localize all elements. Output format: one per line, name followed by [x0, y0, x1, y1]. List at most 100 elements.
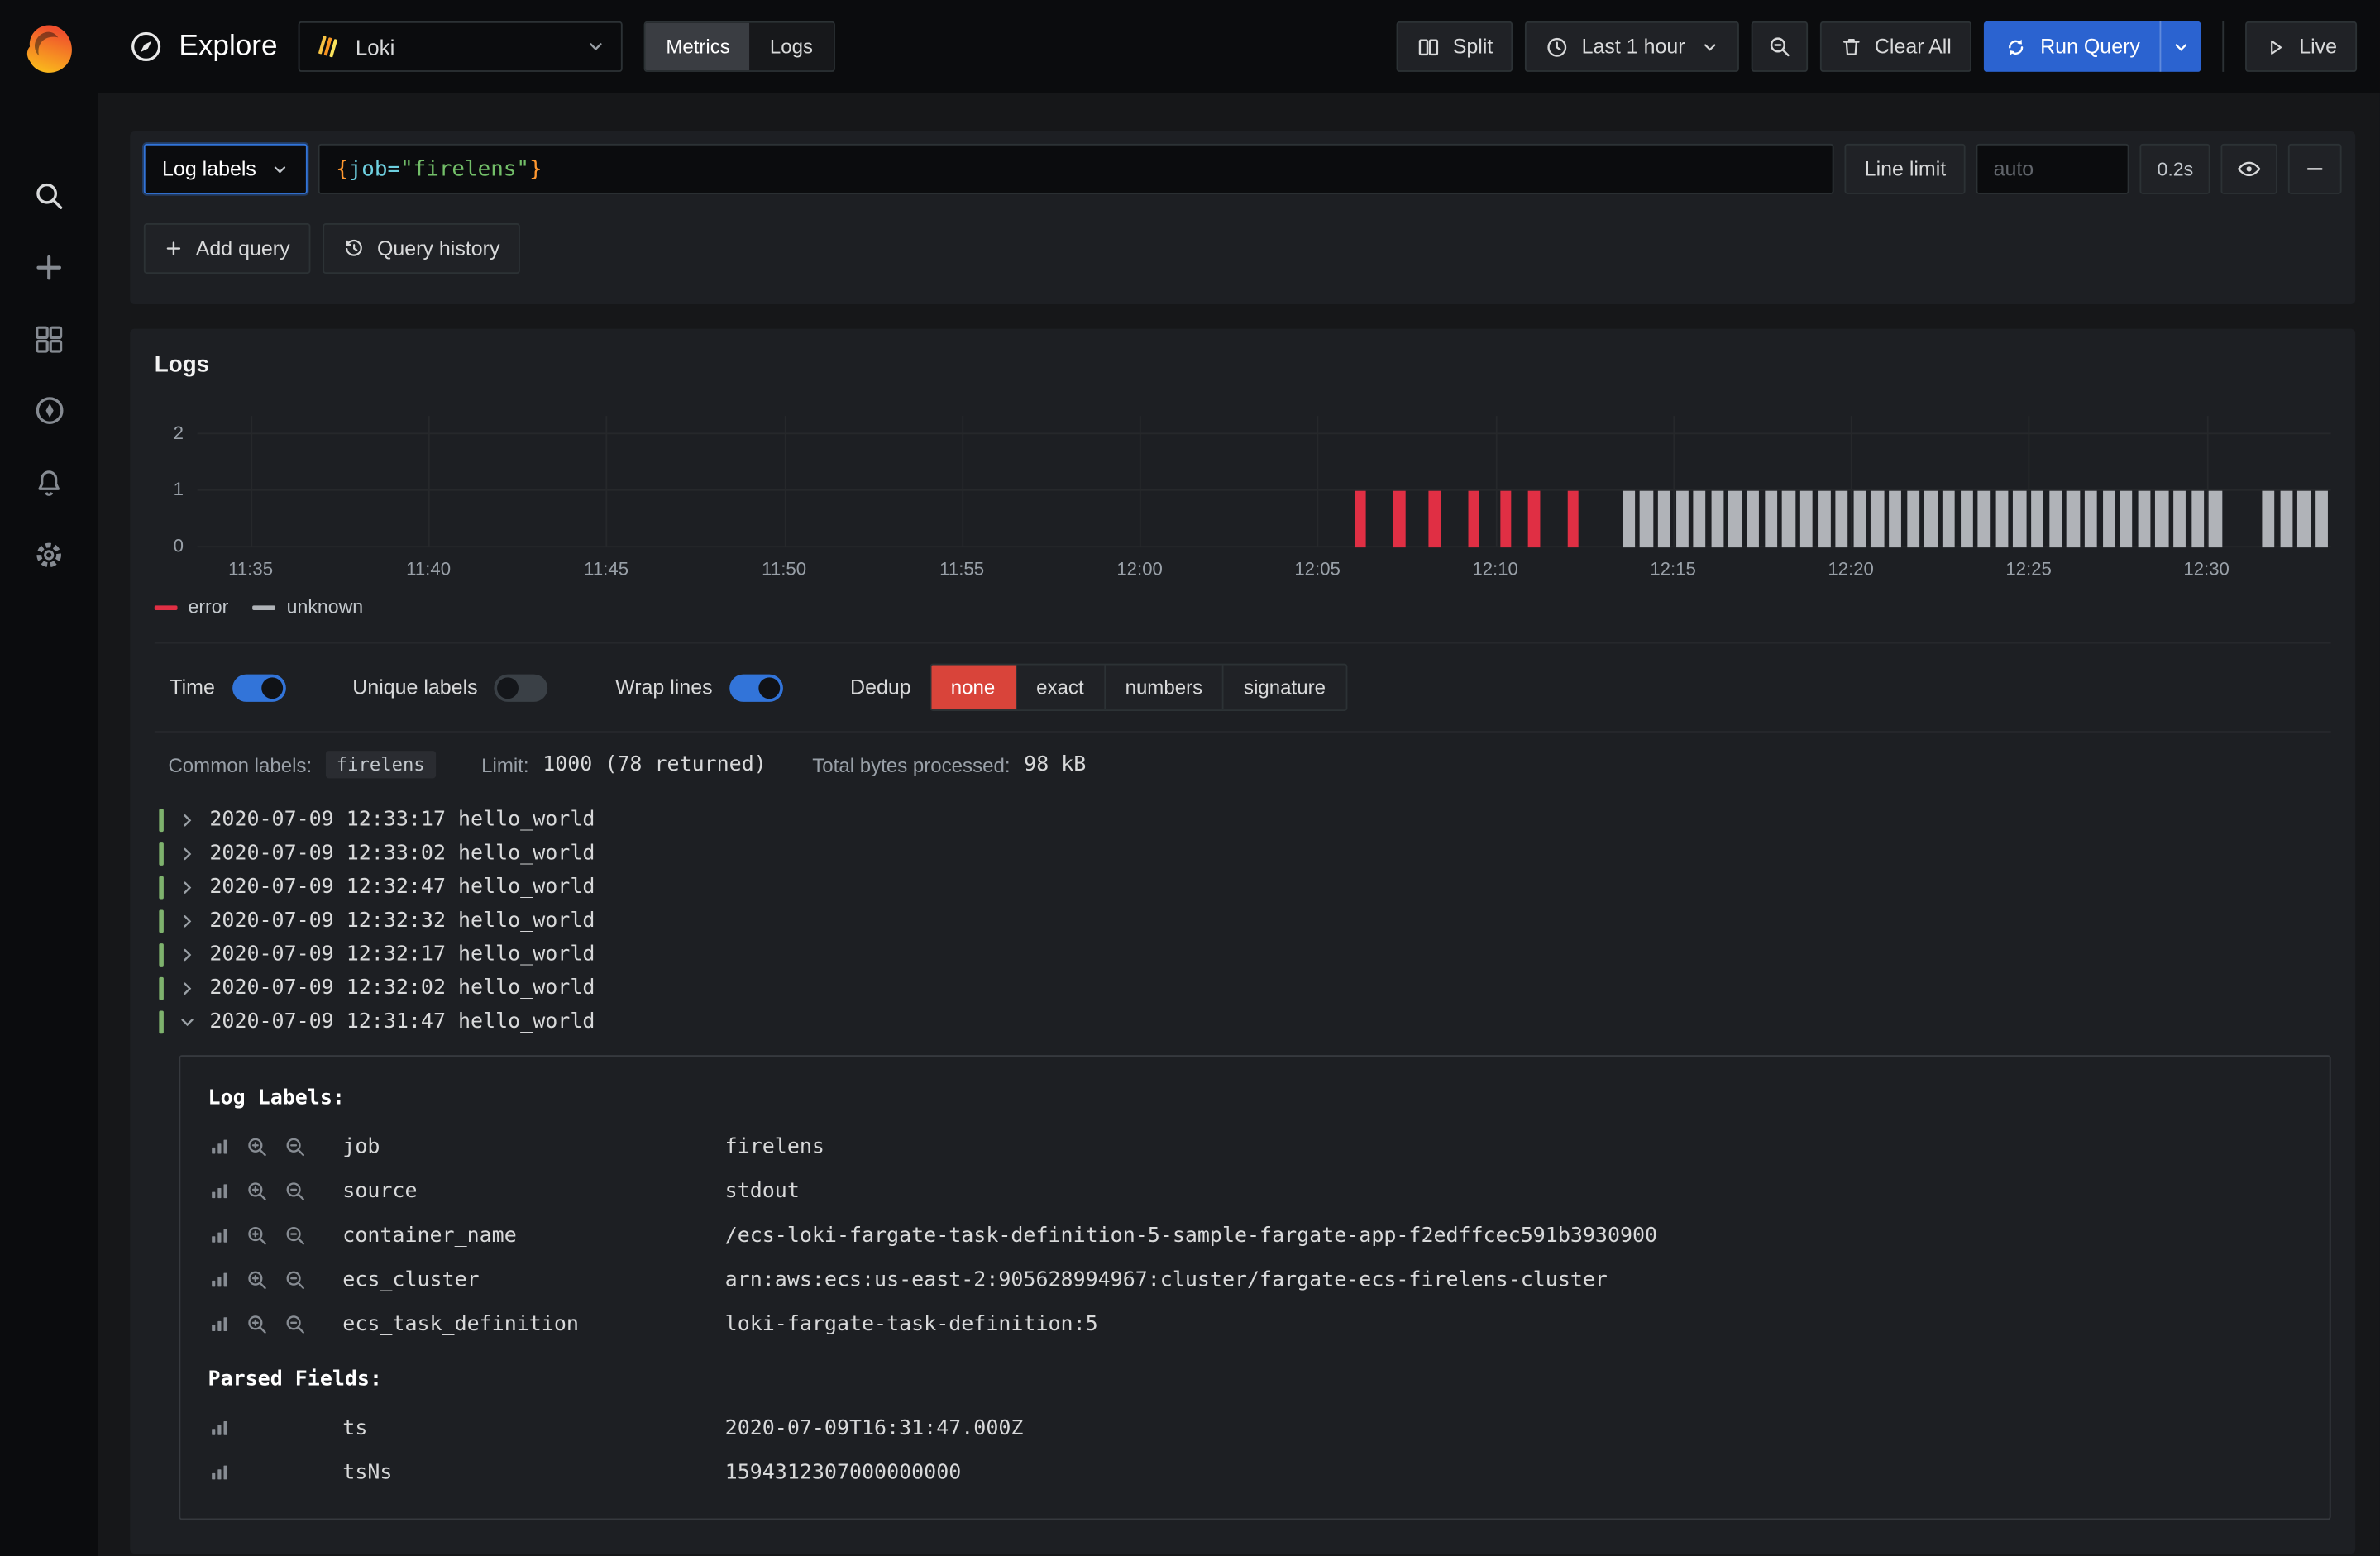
caret-down-icon: [1700, 37, 1718, 55]
chevron-right-icon[interactable]: [174, 843, 199, 863]
log-row[interactable]: 2020-07-09 12:33:02 hello_world: [155, 837, 2331, 871]
plus-icon[interactable]: [14, 231, 84, 303]
minus-icon: [2303, 157, 2326, 180]
chart-bar-unknown: [1658, 491, 1670, 547]
stats-icon[interactable]: [208, 1312, 232, 1335]
toggle-switch[interactable]: [495, 674, 548, 701]
add-query-button[interactable]: Add query: [144, 223, 310, 274]
chart-bar-unknown: [2067, 491, 2079, 547]
chart-bar-unknown: [1978, 491, 1991, 547]
chevron-right-icon[interactable]: [174, 877, 199, 897]
stats-icon[interactable]: [208, 1134, 232, 1157]
query-expression-input[interactable]: {job="firelens"}: [318, 144, 1834, 194]
zoom-out-time-button[interactable]: [1751, 21, 1807, 72]
log-row[interactable]: 2020-07-09 12:31:47 hello_world: [155, 1005, 2331, 1038]
clock-icon: [1545, 35, 1570, 60]
dedup-option-numbers[interactable]: numbers: [1106, 666, 1224, 710]
filter-for-value-icon[interactable]: [245, 1223, 270, 1248]
query-token-brace: }: [529, 157, 542, 182]
legend-item-unknown[interactable]: unknown: [253, 596, 363, 618]
mode-button-logs[interactable]: Logs: [750, 23, 833, 70]
chart-bar-unknown: [1800, 491, 1813, 547]
x-axis-tick-label: 11:40: [406, 558, 451, 580]
gear-icon[interactable]: [14, 518, 84, 590]
filter-for-value-icon[interactable]: [245, 1178, 270, 1203]
log-line-text: 2020-07-09 12:33:17 hello_world: [209, 808, 595, 833]
dedup-option-signature[interactable]: signature: [1224, 666, 1345, 710]
chart-bar-unknown: [2120, 491, 2133, 547]
parsed-fields-rows: ts2020-07-09T16:31:47.000ZtsNs1594312307…: [208, 1406, 2302, 1494]
toggle-time[interactable]: Time: [170, 674, 285, 701]
filter-out-value-icon[interactable]: [283, 1134, 308, 1158]
log-line-text: 2020-07-09 12:32:17 hello_world: [209, 942, 595, 967]
search-icon[interactable]: [14, 159, 84, 231]
legend-label: unknown: [287, 596, 364, 618]
log-labels-dropdown[interactable]: Log labels: [144, 144, 307, 194]
filter-out-value-icon[interactable]: [283, 1267, 308, 1291]
chevron-right-icon[interactable]: [174, 944, 199, 964]
chart-bar-unknown: [2298, 491, 2311, 547]
hide-query-button[interactable]: [2220, 144, 2277, 194]
log-row[interactable]: 2020-07-09 12:33:17 hello_world: [155, 803, 2331, 837]
toggle-knob: [758, 676, 780, 698]
compass-icon[interactable]: [14, 375, 84, 446]
stats-icon[interactable]: [208, 1267, 232, 1291]
stats-icon[interactable]: [208, 1224, 232, 1247]
filter-for-value-icon[interactable]: [245, 1134, 270, 1158]
query-history-button[interactable]: Query history: [322, 223, 519, 274]
clear-all-button[interactable]: Clear All: [1819, 21, 1971, 72]
dedup-option-none[interactable]: none: [931, 666, 1016, 710]
explore-compass-icon: [128, 29, 164, 64]
chart-bar-unknown: [1924, 491, 1937, 547]
stats-icon[interactable]: [208, 1416, 232, 1439]
sync-icon: [2004, 35, 2029, 60]
dedup-option-exact[interactable]: exact: [1016, 666, 1105, 710]
filter-for-value-icon[interactable]: [245, 1267, 270, 1291]
filter-for-value-icon[interactable]: [245, 1311, 270, 1336]
toggle-unique-labels[interactable]: Unique labels: [352, 674, 547, 701]
chevron-right-icon[interactable]: [174, 978, 199, 998]
chart-bar-unknown: [1853, 491, 1866, 547]
legend-item-error[interactable]: error: [155, 596, 229, 618]
toggle-switch[interactable]: [729, 674, 783, 701]
topbar-divider: [2223, 21, 2225, 72]
log-level-indicator: [159, 976, 164, 1000]
line-limit-input[interactable]: [1976, 144, 2129, 194]
live-button[interactable]: Live: [2245, 21, 2357, 72]
filter-out-value-icon[interactable]: [283, 1311, 308, 1336]
log-row[interactable]: 2020-07-09 12:32:47 hello_world: [155, 870, 2331, 904]
detail-row-actions: [208, 1178, 343, 1203]
mode-button-metrics[interactable]: Metrics: [646, 23, 750, 70]
run-query-dropdown-button[interactable]: [2160, 21, 2201, 72]
chevron-right-icon[interactable]: [174, 809, 199, 829]
log-row[interactable]: 2020-07-09 12:32:32 hello_world: [155, 904, 2331, 938]
dedup-options: noneexactnumberssignature: [930, 664, 1347, 711]
filter-out-value-icon[interactable]: [283, 1178, 308, 1203]
y-axis-tick-label: 0: [174, 535, 184, 556]
stats-icon[interactable]: [208, 1460, 232, 1483]
chart-legend: error unknown: [155, 596, 2331, 618]
bell-icon[interactable]: [14, 446, 84, 518]
run-query-button[interactable]: Run Query: [1984, 21, 2160, 72]
query-elapsed-badge: 0.2s: [2140, 144, 2210, 194]
remove-query-button[interactable]: [2288, 144, 2342, 194]
filter-out-value-icon[interactable]: [283, 1223, 308, 1248]
time-range-label: Last 1 hour: [1582, 36, 1685, 59]
datasource-picker[interactable]: Loki: [299, 21, 623, 72]
dashboards-icon[interactable]: [14, 303, 84, 375]
chevron-down-icon: [270, 160, 289, 178]
toggle-wrap-lines[interactable]: Wrap lines: [615, 674, 783, 701]
toggle-switch[interactable]: [232, 674, 285, 701]
time-range-picker[interactable]: Last 1 hour: [1525, 21, 1738, 72]
chevron-down-icon[interactable]: [174, 1011, 199, 1031]
stats-icon[interactable]: [208, 1179, 232, 1202]
chart-bar-unknown: [1623, 491, 1635, 547]
gridline-vertical: [1851, 416, 1852, 547]
run-query-label: Run Query: [2040, 36, 2140, 59]
split-button[interactable]: Split: [1396, 21, 1513, 72]
log-row[interactable]: 2020-07-09 12:32:17 hello_world: [155, 938, 2331, 971]
grafana-logo-icon[interactable]: [18, 18, 79, 79]
log-row[interactable]: 2020-07-09 12:32:02 hello_world: [155, 971, 2331, 1005]
label-value: loki-fargate-task-definition:5: [725, 1311, 2302, 1336]
chevron-right-icon[interactable]: [174, 910, 199, 930]
